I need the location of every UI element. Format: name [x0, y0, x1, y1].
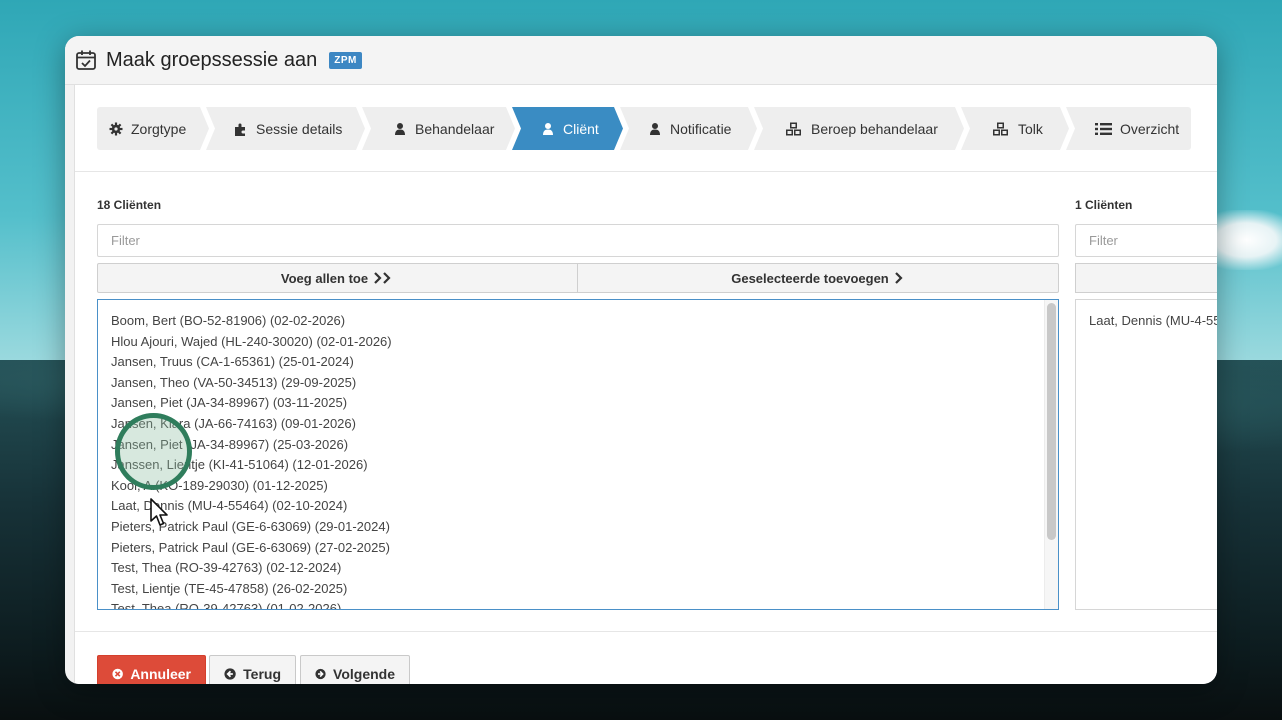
section-divider	[75, 171, 1217, 172]
list-item[interactable]: Test, Lientje (TE-45-47858) (26-02-2025)	[98, 579, 1058, 600]
step-label: Overzicht	[1120, 120, 1180, 137]
chevron-right-icon	[894, 272, 903, 284]
list-item[interactable]: Jansen, Klara (JA-66-74163) (09-01-2026)	[98, 414, 1058, 435]
remove-button[interactable]	[1075, 263, 1217, 293]
step-label: Cliënt	[563, 120, 599, 137]
step-zorgtype[interactable]: Zorgtype	[97, 107, 209, 150]
add-all-button[interactable]: Voeg allen toe	[97, 263, 578, 293]
selected-filter-input[interactable]	[1075, 224, 1217, 257]
step-overzicht[interactable]: Overzicht	[1066, 107, 1191, 150]
gear-icon	[109, 122, 123, 136]
user-icon	[393, 122, 407, 136]
add-all-label: Voeg allen toe	[280, 270, 369, 286]
available-actions: Voeg allen toe Geselecteerde toevoegen	[97, 263, 1059, 293]
step-client[interactable]: Cliënt	[512, 107, 623, 150]
list-item[interactable]: Jansen, Truus (CA-1-65361) (25-01-2024)	[98, 352, 1058, 373]
footer-divider	[75, 631, 1217, 632]
wizard-panel: Zorgtype Sessie details Behandelaar Clië…	[74, 85, 1217, 684]
selected-clients-list[interactable]: Laat, Dennis (MU-4-55464) (02-10-2024)	[1075, 299, 1217, 610]
list-item[interactable]: Boom, Bert (BO-52-81906) (02-02-2026)	[98, 311, 1058, 332]
dialog-window: Maak groepssessie aan ZPM Zorgtype Sessi…	[65, 36, 1217, 684]
double-chevron-right-icon	[374, 272, 391, 284]
available-filter-input[interactable]	[97, 224, 1059, 257]
list-item[interactable]: Laat, Dennis (MU-4-55464) (02-10-2024)	[1076, 311, 1217, 332]
list-item[interactable]: Test, Thea (RO-39-42763) (02-12-2024)	[98, 558, 1058, 579]
next-button[interactable]: Volgende	[300, 655, 410, 684]
dialog-header: Maak groepssessie aan ZPM	[65, 36, 1217, 85]
list-item[interactable]: Laat, Dennis (MU-4-55464) (02-10-2024)	[98, 496, 1058, 517]
list-icon	[1095, 122, 1112, 135]
back-button[interactable]: Terug	[209, 655, 296, 684]
arrow-left-circle-icon	[224, 668, 236, 680]
dialog-title: Maak groepssessie aan	[106, 48, 318, 71]
selected-clients-count: 1 Cliënten	[1075, 198, 1133, 212]
list-item[interactable]: Pieters, Patrick Paul (GE-6-63069) (27-0…	[98, 538, 1058, 559]
cubes-icon	[992, 122, 1010, 136]
step-beroep-behandelaar[interactable]: Beroep behandelaar	[754, 107, 964, 150]
list-item[interactable]: Hlou Ajouri, Wajed (HL-240-30020) (02-01…	[98, 332, 1058, 353]
available-clients-count: 18 Cliënten	[97, 198, 162, 212]
step-sessie-details[interactable]: Sessie details	[206, 107, 365, 150]
step-tolk[interactable]: Tolk	[961, 107, 1069, 150]
list-item[interactable]: Jansen, Theo (VA-50-34513) (29-09-2025)	[98, 373, 1058, 394]
user-icon	[541, 122, 555, 136]
cancel-button[interactable]: Annuleer	[97, 655, 206, 684]
arrow-right-circle-icon	[315, 668, 326, 680]
step-notificatie[interactable]: Notificatie	[620, 107, 757, 150]
list-item[interactable]: Jansen, Piet (JA-34-89967) (03-11-2025)	[98, 393, 1058, 414]
add-selected-button[interactable]: Geselecteerde toevoegen	[578, 263, 1059, 293]
step-label: Zorgtype	[131, 120, 187, 137]
puzzle-icon	[234, 122, 248, 136]
step-label: Beroep behandelaar	[811, 120, 938, 137]
back-label: Terug	[243, 666, 281, 682]
list-item[interactable]: Janssen, Lientje (KI-41-51064) (12-01-20…	[98, 455, 1058, 476]
user-icon	[648, 122, 662, 136]
step-label: Sessie details	[256, 120, 343, 137]
list-item[interactable]: Pieters, Patrick Paul (GE-6-63069) (29-0…	[98, 517, 1058, 538]
zpm-badge: ZPM	[329, 51, 362, 69]
cancel-label: Annuleer	[130, 666, 191, 682]
list-item[interactable]: Test, Thea (RO-39-42763) (01-02-2026)	[98, 599, 1058, 609]
next-label: Volgende	[333, 666, 395, 682]
scrollbar-thumb[interactable]	[1047, 303, 1056, 540]
step-label: Tolk	[1018, 120, 1043, 137]
list-item[interactable]: Kooi, A (KO-189-29030) (01-12-2025)	[98, 476, 1058, 497]
scrollbar-track[interactable]	[1044, 300, 1058, 609]
wizard-steps: Zorgtype Sessie details Behandelaar Clië…	[97, 107, 1191, 150]
available-clients-list[interactable]: Boom, Bert (BO-52-81906) (02-02-2026) Hl…	[97, 299, 1059, 610]
step-behandelaar[interactable]: Behandelaar	[362, 107, 515, 150]
add-selected-label: Geselecteerde toevoegen	[731, 270, 889, 286]
step-label: Notificatie	[670, 120, 732, 137]
close-circle-icon	[112, 668, 123, 680]
list-item[interactable]: Jansen, Piet (JA-34-89967) (25-03-2026)	[98, 435, 1058, 456]
cubes-icon	[785, 122, 803, 136]
step-label: Behandelaar	[415, 120, 495, 137]
calendar-check-icon	[76, 50, 96, 70]
